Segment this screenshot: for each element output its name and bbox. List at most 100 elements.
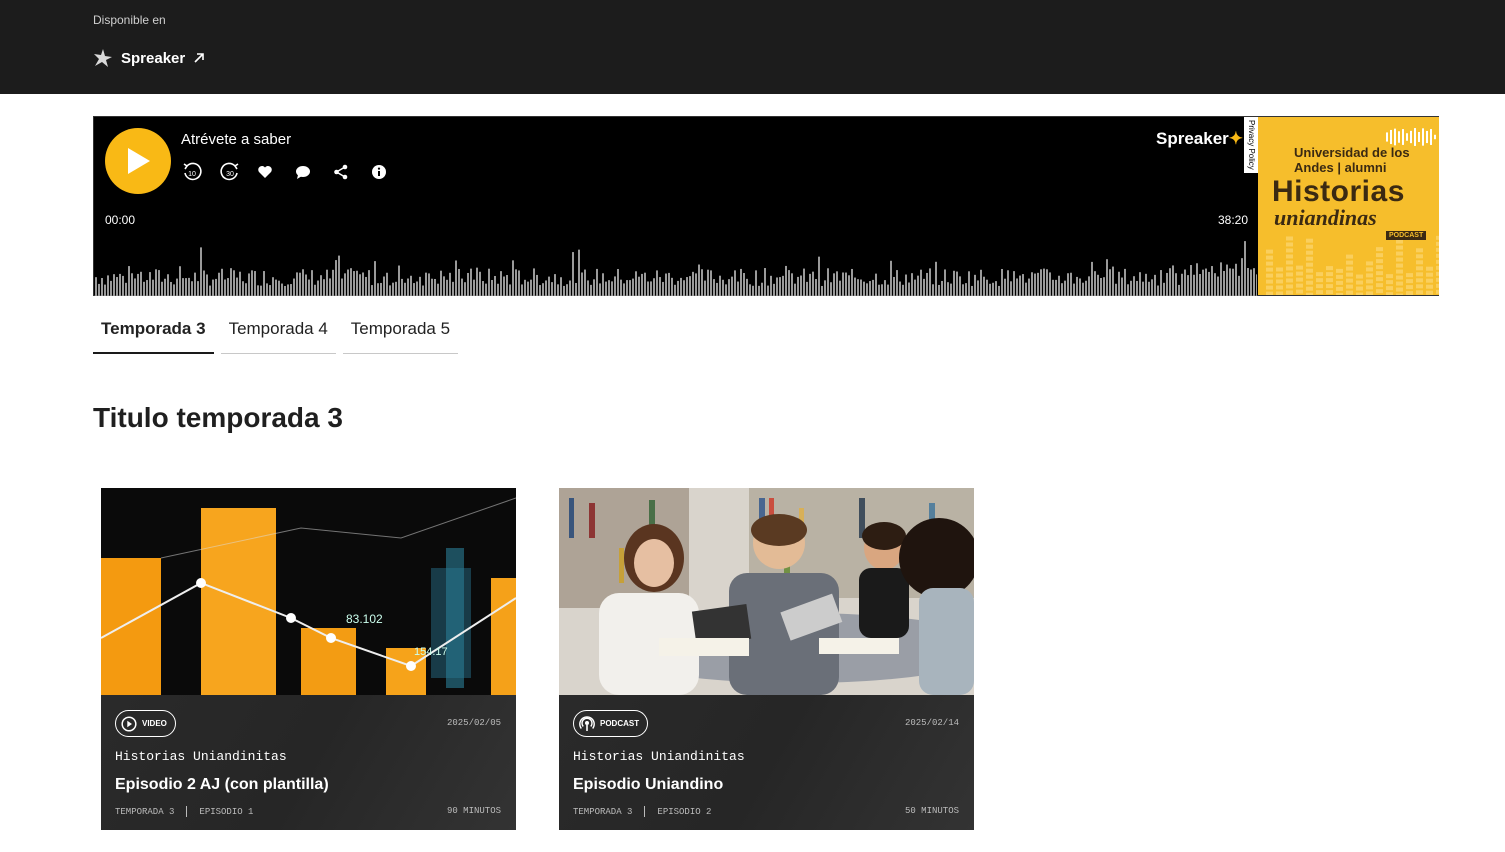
tab-temporada-4[interactable]: Temporada 4 (220, 305, 336, 354)
waveform-bar (965, 283, 967, 296)
available-label: Disponible en (93, 13, 166, 27)
waveform-bar (749, 284, 751, 296)
waveform-bar (1250, 269, 1252, 296)
waveform-bar (113, 274, 115, 296)
waveform-bar (1046, 269, 1048, 296)
waveform-bar (1061, 283, 1063, 296)
episode-card[interactable]: 83.102 154.17 VIDEO 2025/02/05 Historias… (101, 488, 516, 830)
waveform-bar (479, 271, 481, 296)
waveform-bar (992, 282, 994, 296)
waveform-bar (842, 272, 844, 296)
spreaker-brand-logo[interactable]: Spreaker✦ (1156, 129, 1243, 149)
waveform-bar (314, 284, 316, 296)
tab-temporada-3[interactable]: Temporada 3 (93, 305, 214, 354)
waveform-bar (140, 271, 142, 296)
waveform-bar (116, 277, 118, 296)
university-logo-text: Universidad de los Andes | alumni (1294, 145, 1410, 175)
waveform-bar (485, 283, 487, 296)
waveform-bar (431, 278, 433, 296)
waveform-bar (275, 279, 277, 296)
info-icon[interactable] (371, 161, 409, 183)
waveform-bar (365, 276, 367, 296)
waveform-bar (737, 281, 739, 296)
waveform-bar (854, 277, 856, 296)
waveform-bar (302, 269, 304, 296)
privacy-policy-link[interactable]: Privacy Policy (1244, 117, 1258, 173)
season-tabs: Temporada 3 Temporada 4 Temporada 5 (93, 305, 459, 354)
waveform-bar (1136, 280, 1138, 296)
rewind-10-icon[interactable]: 10 (181, 161, 219, 183)
waveform-bar (1244, 241, 1246, 296)
divider (644, 806, 646, 817)
waveform-bar (974, 274, 976, 296)
waveform-bar (743, 272, 745, 296)
waveform-bar (947, 282, 949, 296)
waveform-bar (1028, 278, 1030, 296)
waveform-bar (326, 269, 328, 296)
comment-icon[interactable] (295, 161, 333, 183)
waveform-bar (224, 279, 226, 296)
waveform-bar (1151, 279, 1153, 296)
waveform-bar (1019, 275, 1021, 296)
waveform-bar (899, 281, 901, 296)
waveform-bar (794, 283, 796, 296)
waveform-bar (740, 268, 742, 296)
heart-icon[interactable] (257, 161, 295, 183)
waveform-bar (1109, 269, 1111, 296)
spreaker-link[interactable]: Spreaker (93, 48, 205, 68)
waveform-seekbar[interactable] (94, 235, 1257, 296)
waveform-bar (692, 271, 694, 296)
play-icon (128, 148, 150, 174)
svg-text:30: 30 (226, 171, 234, 178)
waveform-bar (851, 268, 853, 296)
badge-label: VIDEO (142, 719, 167, 728)
waveform-bar (1100, 277, 1102, 296)
waveform-bar (1049, 272, 1051, 296)
waveform-bar (812, 271, 814, 296)
svg-text:10: 10 (188, 171, 196, 178)
episode-card[interactable]: PODCAST 2025/02/14 Historias Uniandinita… (559, 488, 974, 830)
play-button[interactable] (105, 128, 171, 194)
waveform-bar (1064, 280, 1066, 296)
waveform-bar (467, 272, 469, 296)
waveform-bar (272, 277, 274, 296)
waveform-bar (1139, 272, 1141, 296)
waveform-bar (668, 272, 670, 296)
waveform-bar (491, 279, 493, 296)
episode-duration: 90 MINUTOS (446, 806, 501, 816)
waveform-bar (1247, 268, 1249, 296)
waveform-bar (1124, 268, 1126, 296)
waveform-bar (311, 270, 313, 296)
waveform-bar (1034, 273, 1036, 296)
cover-title-line-2: uniandinas (1274, 205, 1377, 230)
waveform-bar (1133, 276, 1135, 296)
episode-season: TEMPORADA 3 (573, 806, 633, 817)
image-text-2: 154.17 (414, 646, 448, 658)
waveform-bar (809, 273, 811, 296)
waveform-bar (953, 270, 955, 296)
waveform-bar (506, 275, 508, 296)
waveform-bar (920, 269, 922, 296)
waveform-bar (686, 277, 688, 296)
waveform-bar (1016, 278, 1018, 296)
waveform-bar (1232, 268, 1234, 296)
waveform-bar (1055, 279, 1057, 296)
waveform-bar (266, 283, 268, 296)
tab-temporada-5[interactable]: Temporada 5 (342, 305, 459, 354)
waveform-bar (1220, 262, 1222, 296)
waveform-bar (1058, 275, 1060, 296)
waveform-bar (1178, 284, 1180, 296)
waveform-bar (440, 270, 442, 296)
waveform-bar (644, 272, 646, 296)
waveform-bar (1031, 272, 1033, 296)
waveform-bar (281, 283, 283, 296)
share-icon[interactable] (333, 161, 371, 183)
waveform-bar (788, 270, 790, 296)
waveform-bar (299, 272, 301, 296)
waveform-bar (389, 285, 391, 296)
waveform-bar (191, 281, 193, 296)
waveform-bar (500, 271, 502, 296)
episode-number: EPISODIO 1 (199, 806, 254, 817)
forward-30-icon[interactable]: 30 (219, 161, 257, 183)
waveform-bar (710, 270, 712, 296)
